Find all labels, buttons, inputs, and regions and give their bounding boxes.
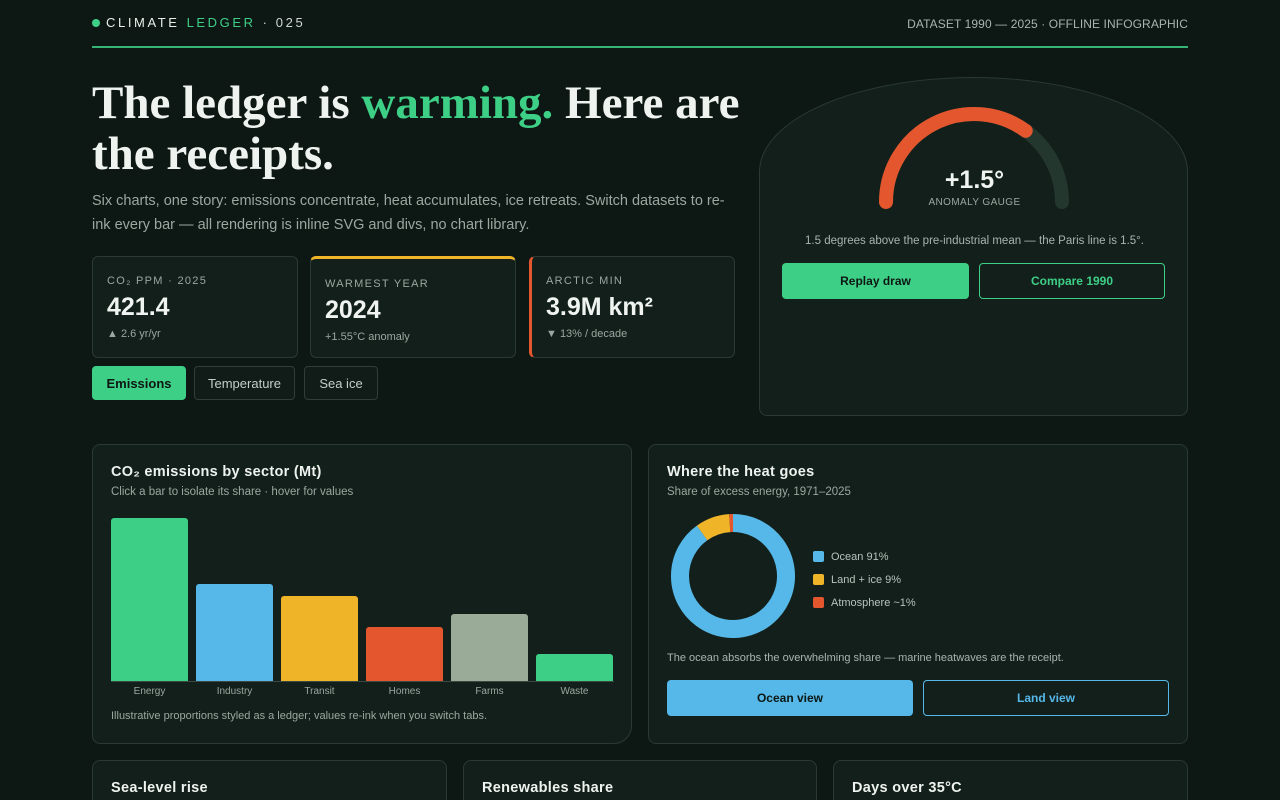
x-tick-label: Homes: [388, 686, 421, 697]
brand-main: CLIMATE: [106, 15, 180, 30]
brand-dot-icon: [92, 18, 100, 27]
tab-temperature[interactable]: Temperature: [194, 366, 295, 400]
legend-label: Ocean 91%: [831, 550, 889, 563]
top-bar: CLIMATE LEDGER · 025 DATASET 1990 — 2025…: [92, 14, 1188, 34]
renewables-panel: Renewables share: [463, 760, 817, 800]
donut-legend: Ocean 91% Land + ice 9% Atmosphere ~1%: [813, 545, 916, 614]
land-view-button[interactable]: Land view: [923, 680, 1169, 716]
headline-part-a: The ledger is: [92, 77, 362, 129]
stat-delta: ▼ 13% / decade: [546, 328, 628, 340]
bar-transit[interactable]: [281, 596, 358, 681]
emissions-chart-panel: CO₂ emissions by sector (Mt) Click a bar…: [92, 444, 632, 744]
page: CLIMATE LEDGER · 025 DATASET 1990 — 2025…: [92, 0, 1188, 800]
gauge-label: ANOMALY GAUGE: [928, 197, 1021, 208]
bar-homes[interactable]: [366, 627, 443, 681]
dataset-meta: DATASET 1990 — 2025 · OFFLINE INFOGRAPHI…: [907, 17, 1188, 31]
panel-title: Renewables share: [482, 780, 614, 796]
stat-delta: +1.55°C anomaly: [325, 331, 410, 343]
brand-logo: CLIMATE LEDGER · 025: [92, 15, 305, 30]
chart-subtitle: Click a bar to isolate its share · hover…: [111, 486, 354, 498]
stat-value: 2024: [325, 296, 381, 324]
legend-item: Ocean 91%: [813, 545, 916, 568]
panel-title: Days over 35°C: [852, 780, 962, 796]
bar-plot-area: [111, 511, 614, 681]
bar-industry[interactable]: [196, 584, 273, 681]
legend-swatch: [813, 574, 824, 585]
donut-title: Where the heat goes: [667, 464, 815, 480]
legend-label: Land + ice 9%: [831, 573, 902, 586]
chart-title: CO₂ emissions by sector (Mt): [111, 464, 322, 480]
x-tick-label: Energy: [133, 686, 166, 697]
x-axis-line: [111, 681, 614, 682]
legend-label: Atmosphere ~1%: [831, 596, 916, 609]
brand-issue: · 025: [262, 15, 306, 30]
legend-item: Land + ice 9%: [813, 568, 916, 591]
stat-card-arctic-min: ARCTIC MIN 3.9M km² ▼ 13% / decade: [529, 256, 735, 358]
sea-level-panel: Sea-level rise: [92, 760, 447, 800]
x-tick-label: Farms: [475, 686, 504, 697]
headline-accent: warming.: [361, 77, 554, 129]
legend-item: Atmosphere ~1%: [813, 591, 916, 614]
hero-lede: Six charts, one story: emissions concent…: [92, 193, 725, 233]
bar-farms[interactable]: [451, 614, 528, 681]
heat-distribution-panel: Where the heat goes Share of excess ener…: [648, 444, 1188, 744]
stat-label: ARCTIC MIN: [546, 275, 624, 287]
brand-accent: LEDGER: [186, 15, 256, 30]
stat-label: WARMEST YEAR: [325, 278, 430, 290]
chart-footnote: Illustrative proportions styled as a led…: [111, 710, 488, 722]
heat-donut-chart: [671, 514, 795, 638]
stat-card-warmest-year: WARMEST YEAR 2024 +1.55°C anomaly: [310, 256, 516, 358]
stat-delta: ▲ 2.6 yr/yr: [107, 328, 161, 340]
bar-energy[interactable]: [111, 518, 188, 681]
donut-slice-1[interactable]: [696, 514, 731, 541]
hot-days-panel: Days over 35°C: [833, 760, 1188, 800]
tab-emissions[interactable]: Emissions: [92, 366, 186, 400]
panel-title: Sea-level rise: [111, 780, 208, 796]
donut-subtitle: Share of excess energy, 1971–2025: [667, 486, 851, 498]
replay-draw-button[interactable]: Replay draw: [782, 263, 969, 299]
ocean-view-button[interactable]: Ocean view: [667, 680, 913, 716]
stat-card-co2: CO₂ PPM · 2025 421.4 ▲ 2.6 yr/yr: [92, 256, 298, 358]
x-tick-label: Waste: [560, 686, 589, 697]
stat-value: 421.4: [107, 293, 170, 321]
x-tick-label: Transit: [304, 686, 335, 697]
donut-slice-0[interactable]: [671, 514, 795, 638]
donut-caption: The ocean absorbs the overwhelming share…: [667, 652, 1064, 664]
bar-waste[interactable]: [536, 654, 613, 681]
gauge-panel: +1.5° ANOMALY GAUGE 1.5 degrees above th…: [759, 77, 1188, 416]
legend-swatch: [813, 551, 824, 562]
legend-swatch: [813, 597, 824, 608]
gauge-caption: 1.5 degrees above the pre-industrial mea…: [805, 235, 1144, 247]
compare-1990-button[interactable]: Compare 1990: [979, 263, 1165, 299]
tab-sea-ice[interactable]: Sea ice: [304, 366, 378, 400]
x-tick-label: Industry: [216, 686, 253, 697]
gauge-value: +1.5°: [944, 166, 1005, 194]
stat-value: 3.9M km²: [546, 293, 653, 321]
page-headline: The ledger is warming. Here are the rece…: [92, 78, 752, 180]
header-rule: [92, 46, 1188, 48]
stat-label: CO₂ PPM · 2025: [107, 275, 208, 287]
